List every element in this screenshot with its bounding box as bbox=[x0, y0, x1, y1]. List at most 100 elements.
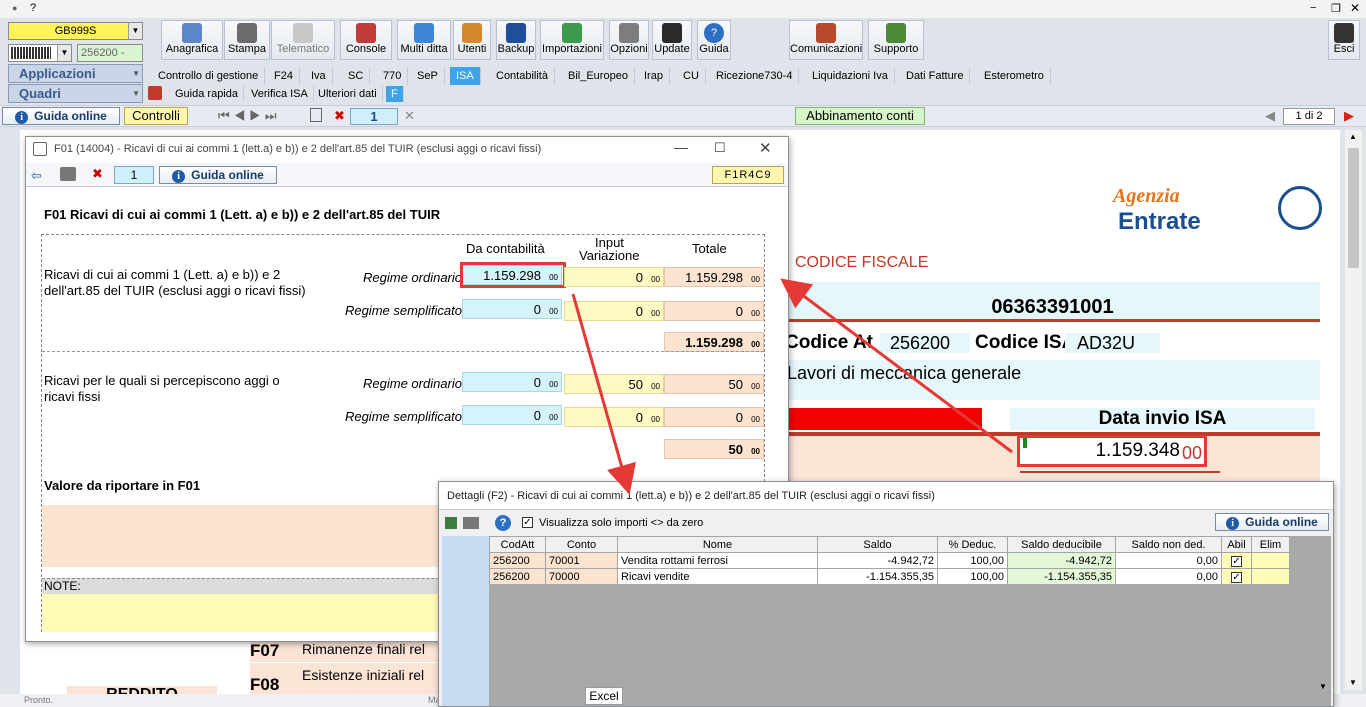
scroll-down-icon[interactable]: ▼ bbox=[1319, 682, 1329, 696]
tab-bil-europeo[interactable]: Bil_Europeo bbox=[562, 67, 635, 85]
abil-cell[interactable]: ✓ bbox=[1221, 552, 1252, 569]
company-combo[interactable]: GB999S ▼ bbox=[8, 22, 143, 40]
update-button[interactable]: Update bbox=[652, 20, 692, 60]
scroll-thumb[interactable] bbox=[1348, 148, 1359, 268]
table-row[interactable]: 256200 70000 Ricavi vendite -1.154.355,35 10… bbox=[489, 568, 1290, 585]
controlli-button[interactable]: Controlli bbox=[124, 107, 188, 125]
importazioni-button[interactable]: Importazioni bbox=[540, 20, 604, 60]
restore-icon[interactable]: ❐ bbox=[1331, 2, 1341, 15]
table-row[interactable]: 256200 70001 Vendita rottami ferrosi -4.942… bbox=[489, 552, 1290, 569]
col-conto[interactable]: Conto bbox=[545, 536, 618, 553]
scroll-up-icon[interactable]: ▲ bbox=[1349, 132, 1357, 141]
s1-sem-contabilita[interactable]: 0 00 bbox=[462, 299, 562, 319]
maximize-icon[interactable]: ☐ bbox=[714, 140, 726, 156]
comunicazioni-button[interactable]: Comunicazioni bbox=[789, 20, 863, 60]
elim-cell[interactable] bbox=[1251, 552, 1290, 569]
tab-controllo-di-gestione[interactable]: Controllo di gestione bbox=[152, 67, 266, 85]
exit-icon[interactable] bbox=[445, 517, 457, 529]
valore-highlight: 1.159.348 00 bbox=[1017, 435, 1207, 467]
valore-value: 1.159.348 bbox=[1095, 440, 1180, 461]
tab-contabilit-[interactable]: Contabilità bbox=[490, 67, 555, 85]
tab-f24[interactable]: F24 bbox=[268, 67, 300, 85]
dettagli-guida-online-button[interactable]: i Guida online bbox=[1215, 513, 1329, 531]
tab-dati-fatture[interactable]: Dati Fatture bbox=[900, 67, 971, 85]
col-codatt[interactable]: CodAtt bbox=[489, 536, 546, 553]
tab-sc[interactable]: SC bbox=[342, 67, 371, 85]
clear-icon[interactable]: ✕ bbox=[404, 108, 415, 124]
quadri-menu[interactable]: Quadri ▼ bbox=[8, 84, 143, 103]
s2-sem-variazione[interactable]: 0 00 bbox=[564, 407, 664, 427]
telematico-button[interactable]: Telematico bbox=[271, 20, 335, 60]
tab-liquidazioni-iva[interactable]: Liquidazioni Iva bbox=[806, 67, 895, 85]
close-icon[interactable]: ✕ bbox=[1350, 1, 1360, 15]
col-elim[interactable]: Elim bbox=[1251, 536, 1290, 553]
printer-icon[interactable] bbox=[463, 517, 479, 529]
abil-checkbox[interactable]: ✓ bbox=[1231, 571, 1242, 583]
delete-icon[interactable]: ✖ bbox=[92, 166, 103, 182]
col-abil[interactable]: Abil bbox=[1221, 536, 1252, 553]
stampa-button[interactable]: Stampa bbox=[224, 20, 270, 60]
s2-sem-contabilita[interactable]: 0 00 bbox=[462, 405, 562, 425]
next-page-icon[interactable]: ▶ bbox=[1344, 108, 1354, 124]
visualizza-checkbox[interactable]: ✓ bbox=[522, 517, 533, 528]
guida-button[interactable]: ? Guida bbox=[697, 20, 731, 60]
help-icon[interactable]: ? bbox=[495, 515, 511, 531]
scroll-down-icon[interactable]: ▼ bbox=[1349, 678, 1357, 687]
subtab-ulteriori-dati[interactable]: Ulteriori dati bbox=[313, 86, 383, 102]
guida-online-button[interactable]: i Guida online bbox=[2, 107, 120, 125]
close-icon[interactable]: ✕ bbox=[759, 139, 772, 157]
elim-cell[interactable] bbox=[1251, 568, 1290, 585]
esci-button[interactable]: Esci bbox=[1328, 20, 1360, 60]
abil-cell[interactable]: ✓ bbox=[1221, 568, 1252, 585]
barcode-combo[interactable]: ▼ bbox=[8, 44, 72, 62]
s1-sem-variazione[interactable]: 0 00 bbox=[564, 301, 664, 321]
subtab-verifica-isa[interactable]: Verifica ISA bbox=[246, 86, 314, 102]
minimize-icon[interactable]: − bbox=[1310, 2, 1316, 14]
tab-isa[interactable]: ISA bbox=[450, 67, 481, 85]
activity-combo[interactable]: 256200 - bbox=[77, 44, 143, 62]
multi-ditta-button[interactable]: Multi ditta bbox=[397, 20, 451, 60]
tab-770[interactable]: 770 bbox=[377, 67, 409, 85]
backup-button[interactable]: Backup bbox=[496, 20, 536, 60]
nav-arrows-icon[interactable]: ⏮◀▶⏭ bbox=[218, 108, 281, 124]
supporto-button[interactable]: Supporto bbox=[868, 20, 924, 60]
col-saldo[interactable]: Saldo bbox=[817, 536, 938, 553]
s1-ord-variazione[interactable]: 0 00 bbox=[564, 267, 664, 287]
abbinamento-conti-button[interactable]: Abbinamento conti bbox=[795, 107, 925, 125]
tab-sep[interactable]: SeP bbox=[411, 67, 445, 85]
utenti-button[interactable]: Utenti bbox=[453, 20, 491, 60]
minimize-icon[interactable]: — bbox=[674, 139, 688, 155]
col-saldo-non-ded-[interactable]: Saldo non ded. bbox=[1115, 536, 1222, 553]
tab-esterometro[interactable]: Esterometro bbox=[978, 67, 1051, 85]
col-saldo-deducibile[interactable]: Saldo deducibile bbox=[1007, 536, 1116, 553]
prev-page-icon[interactable]: ◀ bbox=[1265, 108, 1275, 124]
opzioni-button[interactable]: Opzioni bbox=[609, 20, 649, 60]
s2-ord-contabilita[interactable]: 0 00 bbox=[462, 372, 562, 392]
printer-icon[interactable] bbox=[60, 167, 76, 181]
abil-checkbox[interactable]: ✓ bbox=[1231, 555, 1242, 567]
col-nome[interactable]: Nome bbox=[617, 536, 818, 553]
anagrafica-button[interactable]: Anagrafica bbox=[161, 20, 223, 60]
scrollbar[interactable]: ▲ ▼ bbox=[1345, 130, 1362, 690]
page-number-field[interactable]: 1 bbox=[350, 108, 398, 125]
subtab-f[interactable]: F bbox=[386, 86, 404, 102]
chevron-down-icon[interactable]: ▼ bbox=[128, 23, 142, 39]
subtab-guida-rapida[interactable]: Guida rapida bbox=[170, 86, 244, 102]
help-menu[interactable]: ? bbox=[30, 2, 36, 14]
f01-page-field[interactable]: 1 bbox=[114, 166, 154, 184]
tab-cu[interactable]: CU bbox=[677, 67, 706, 85]
s2-ord-variazione[interactable]: 50 00 bbox=[564, 374, 664, 394]
exit-icon[interactable]: ⇦ bbox=[31, 168, 42, 184]
tab-ricezione730-4[interactable]: Ricezione730-4 bbox=[710, 67, 800, 85]
applicazioni-menu[interactable]: Applicazioni ▼ bbox=[8, 64, 143, 83]
tab-irap[interactable]: Irap bbox=[638, 67, 670, 85]
copy-icon[interactable] bbox=[310, 108, 322, 122]
tab-iva[interactable]: Iva bbox=[305, 67, 333, 85]
delete-icon[interactable]: ✖ bbox=[334, 108, 345, 124]
chevron-down-icon[interactable]: ▼ bbox=[57, 45, 71, 61]
console-button[interactable]: Console bbox=[340, 20, 392, 60]
codice-fiscale-label: CODICE FISCALE bbox=[795, 254, 929, 271]
s2-totale: 50 00 bbox=[664, 439, 764, 459]
f01-guida-online-button[interactable]: i Guida online bbox=[159, 166, 277, 184]
col--deduc-[interactable]: % Deduc. bbox=[937, 536, 1008, 553]
